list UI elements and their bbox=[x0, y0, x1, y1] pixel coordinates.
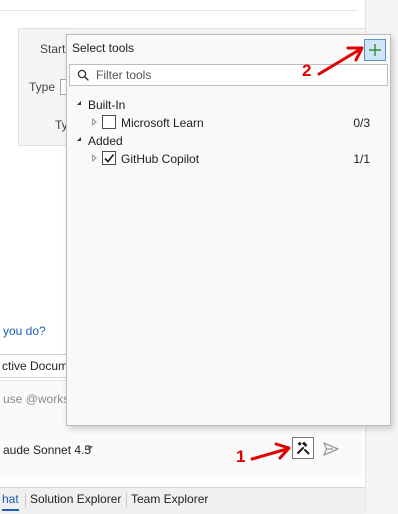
plus-icon bbox=[369, 44, 381, 56]
search-icon bbox=[77, 69, 89, 81]
group-label: Added bbox=[88, 134, 123, 148]
tab-divider bbox=[126, 493, 127, 507]
add-tool-button[interactable] bbox=[364, 39, 386, 61]
tools-icon bbox=[296, 441, 310, 455]
tool-checkbox-microsoft-learn[interactable] bbox=[102, 115, 116, 129]
tab-chat[interactable]: hat bbox=[2, 489, 19, 511]
annotation-marker-2: 2 bbox=[302, 61, 312, 80]
tab-team-explorer[interactable]: Team Explorer bbox=[131, 489, 208, 509]
tool-count: 1/1 bbox=[353, 152, 370, 166]
chevron-down-icon[interactable] bbox=[87, 446, 93, 450]
tool-checkbox-github-copilot[interactable] bbox=[102, 151, 116, 165]
tool-count: 0/3 bbox=[353, 116, 370, 130]
checkmark-icon bbox=[104, 154, 115, 163]
expand-arrow-icon[interactable] bbox=[92, 154, 97, 162]
group-built-in[interactable]: Built-In bbox=[67, 96, 390, 114]
chat-input-placeholder: use @worksp bbox=[3, 392, 76, 406]
type-label: Type bbox=[29, 80, 56, 94]
select-tools-popup: Select tools Built-In Microsoft Learn 0/… bbox=[66, 34, 391, 426]
annotation-marker-1: 1 bbox=[236, 447, 246, 466]
collapse-caret-icon[interactable] bbox=[74, 101, 81, 105]
select-tools-button[interactable] bbox=[292, 437, 314, 459]
tool-row-github-copilot[interactable]: GitHub Copilot 1/1 bbox=[67, 150, 390, 168]
group-label: Built-In bbox=[88, 98, 126, 112]
send-icon[interactable] bbox=[322, 440, 340, 458]
bottom-tab-strip: hat Solution Explorer Team Explorer bbox=[0, 487, 365, 514]
arrow-icon bbox=[317, 46, 364, 76]
prompt-suggestion-link[interactable]: you do? bbox=[3, 324, 46, 338]
popup-title: Select tools bbox=[72, 41, 135, 55]
tool-row-microsoft-learn[interactable]: Microsoft Learn 0/3 bbox=[67, 114, 390, 132]
start-label: Start bbox=[40, 42, 66, 56]
active-document-label: ctive Docum bbox=[2, 359, 69, 373]
top-strip bbox=[0, 0, 358, 11]
tab-divider bbox=[25, 493, 26, 507]
arrow-icon bbox=[250, 442, 291, 461]
group-added[interactable]: Added bbox=[67, 132, 390, 150]
tool-label: GitHub Copilot bbox=[121, 152, 200, 166]
expand-arrow-icon[interactable] bbox=[92, 118, 97, 126]
collapse-caret-icon[interactable] bbox=[74, 137, 81, 141]
model-selector[interactable]: aude Sonnet 4.5 bbox=[3, 443, 91, 457]
tab-solution-explorer[interactable]: Solution Explorer bbox=[30, 489, 121, 509]
tool-label: Microsoft Learn bbox=[121, 116, 204, 130]
